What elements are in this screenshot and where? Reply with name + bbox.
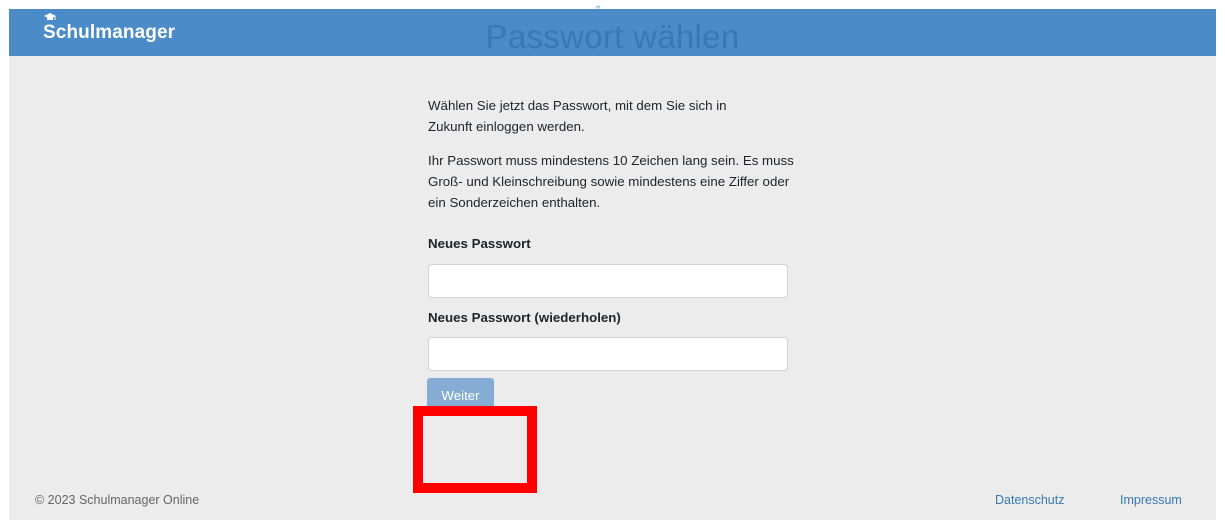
impressum-link[interactable]: Impressum [1120, 493, 1182, 507]
page-title: Passwort wählen [485, 18, 740, 55]
intro-text: Wählen Sie jetzt das Passwort, mit dem S… [428, 98, 727, 134]
browser-top-strip: „ [0, 0, 1225, 9]
datenschutz-link[interactable]: Datenschutz [995, 493, 1064, 507]
copyright-text: © 2023 Schulmanager Online [35, 493, 200, 507]
new-password-label: Neues Passwort [428, 236, 531, 251]
repeat-password-label: Neues Passwort (wiederholen) [428, 310, 621, 325]
password-rules-text: Ihr Passwort muss mindestens 10 Zeichen … [428, 153, 794, 210]
repeat-password-input[interactable] [428, 337, 788, 371]
top-quote-mark: „ [596, 0, 600, 10]
new-password-input[interactable] [428, 264, 788, 298]
weiter-button[interactable]: Weiter [427, 378, 494, 413]
